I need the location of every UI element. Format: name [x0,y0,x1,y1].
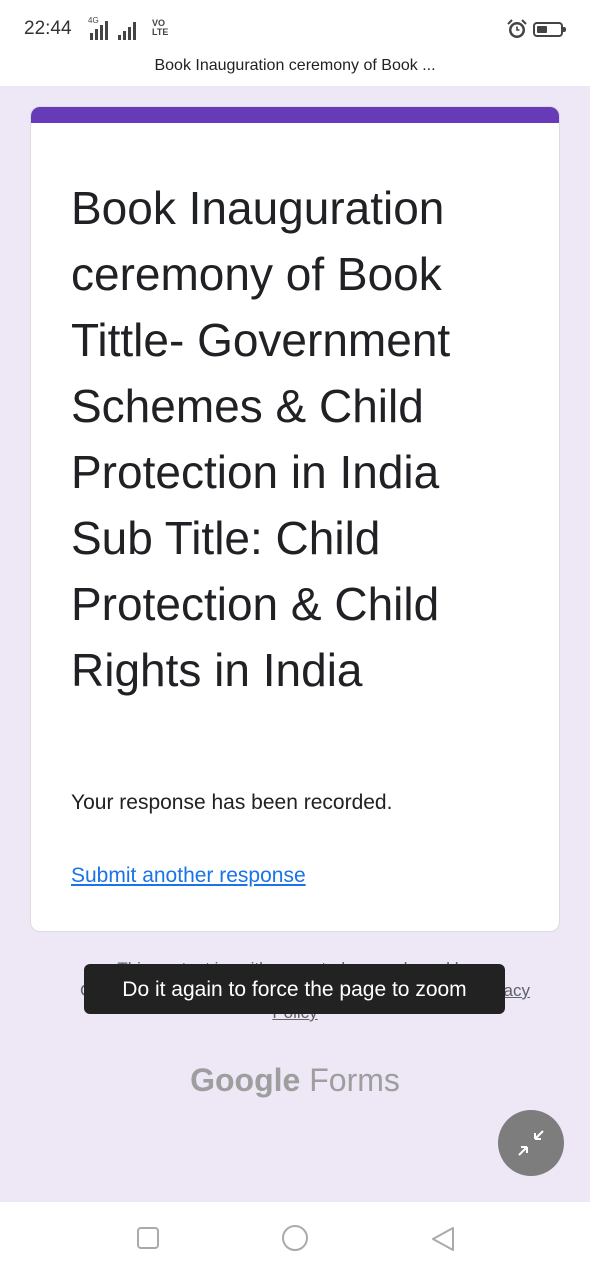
google-forms-logo: Google Forms [190,1062,400,1098]
page-title: Book Inauguration ceremony of Book ... [154,57,436,74]
back-icon[interactable] [429,1225,457,1253]
form-title: Book Inauguration ceremony of Book Tittl… [71,182,451,696]
volte-icon: VO LTE [152,18,169,37]
status-time: 22:44 [24,18,72,39]
battery-icon [533,22,566,37]
form-accent-bar [31,107,559,123]
status-bar: 22:44 4G VO LTE [0,0,590,56]
alarm-icon [507,19,527,38]
home-icon[interactable] [281,1224,309,1252]
network-type-label: 4G [88,16,99,25]
exit-fullscreen-button[interactable] [498,1110,564,1176]
navigation-bar [0,1202,590,1280]
zoom-toast: Do it again to force the page to zoom [84,964,505,1014]
signal-icon: 4G [88,16,136,40]
form-card: Book Inauguration ceremony of Book Tittl… [30,106,560,932]
submit-another-link[interactable]: Submit another response [71,864,306,888]
privacy-link-fragment[interactable]: acy [504,980,530,1002]
browser-title-bar: Book Inauguration ceremony of Book ... [0,56,590,86]
recents-icon[interactable] [136,1226,160,1250]
confirmation-message: Your response has been recorded. [71,791,393,814]
collapse-arrows-icon [518,1130,544,1156]
